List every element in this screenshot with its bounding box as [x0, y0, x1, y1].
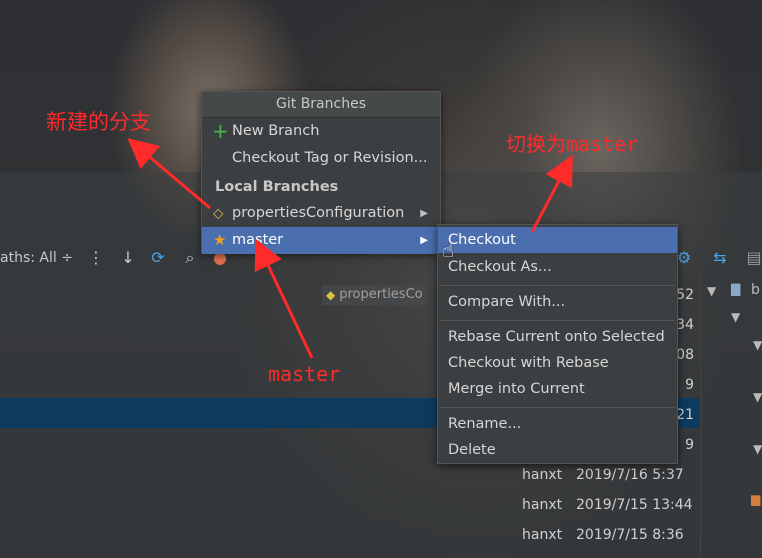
checkout-tag-item[interactable]: Checkout Tag or Revision...: [202, 145, 440, 172]
compare-with-item[interactable]: Compare With...: [438, 289, 677, 315]
chevron-down-icon[interactable]: ▼: [753, 338, 762, 352]
expand-icon[interactable]: ▤: [744, 248, 762, 268]
chevron-down-icon[interactable]: ▼: [753, 442, 762, 456]
chevron-right-icon: ▶: [420, 208, 428, 219]
chevron-down-icon[interactable]: ▼: [707, 284, 716, 298]
chevron-down-icon[interactable]: ▼: [731, 310, 740, 324]
local-branches-header: Local Branches: [215, 179, 339, 195]
table-row[interactable]: hanxt 2019/7/16 5:37: [516, 460, 700, 490]
tree-root-label: b: [751, 282, 760, 298]
chevron-down-icon[interactable]: ▼: [753, 390, 762, 404]
file-icon: ▆: [751, 492, 761, 506]
branch-tag-chip: ◆ propertiesCo: [322, 285, 427, 305]
plus-icon: +: [212, 119, 229, 143]
git-branches-popup: Git Branches + New Branch Checkout Tag o…: [201, 91, 441, 254]
table-row[interactable]: hanxt 2019/7/15 13:44: [516, 490, 700, 520]
menu-divider: [440, 407, 675, 408]
star-icon: ★: [213, 231, 227, 249]
branch-item-master[interactable]: ★ master ▶: [202, 227, 440, 254]
merge-into-current-item[interactable]: Merge into Current: [438, 376, 677, 402]
branch-item-propertiesConfiguration[interactable]: ⬦ propertiesConfiguration ▶: [202, 200, 440, 227]
annotation-new-branch: 新建的分支: [46, 110, 151, 134]
menu-divider: [440, 285, 675, 286]
checkout-as-item[interactable]: Checkout As...: [438, 254, 677, 280]
menu-divider: [440, 320, 675, 321]
branch-label: propertiesConfiguration: [232, 205, 405, 221]
branch-actions-submenu: Checkout Checkout As... Compare With... …: [437, 224, 678, 464]
tag-chip-label: propertiesCo: [339, 287, 423, 302]
hand-cursor-icon: ☝: [442, 238, 455, 262]
paths-filter[interactable]: aths: All ÷: [0, 250, 73, 266]
folder-icon: ▇: [731, 282, 741, 296]
new-branch-label: New Branch: [232, 123, 320, 139]
search-icon[interactable]: ⌕: [180, 248, 200, 268]
checkout-item[interactable]: Checkout: [438, 227, 677, 253]
annotation-master: master: [268, 362, 341, 386]
changes-tree: ▼ ▇ b ▼ ▼ ▼ ▼ ▆: [700, 276, 762, 558]
popup-title: Git Branches: [202, 92, 440, 118]
branch-label: master: [232, 232, 284, 248]
rebase-current-item[interactable]: Rebase Current onto Selected: [438, 324, 677, 350]
refresh-icon[interactable]: ⟳: [148, 248, 168, 268]
rename-item[interactable]: Rename...: [438, 411, 677, 437]
tag-icon: ◆: [326, 288, 336, 302]
new-branch-item[interactable]: + New Branch: [202, 118, 440, 145]
collapse-icon[interactable]: ⇆: [710, 248, 730, 268]
chevron-right-icon: ▶: [420, 235, 428, 246]
annotation-switch-master-text: 切换为master: [506, 132, 639, 156]
annotation-switch-master: 切换为master: [506, 128, 638, 157]
checkout-tag-label: Checkout Tag or Revision...: [232, 150, 428, 166]
checkout-with-rebase-item[interactable]: Checkout with Rebase: [438, 350, 677, 376]
table-row[interactable]: hanxt 2019/7/15 8:36: [516, 520, 700, 550]
delete-item[interactable]: Delete: [438, 437, 677, 463]
branch-graph-icon[interactable]: ⋮: [86, 248, 106, 268]
tag-icon: ⬦: [213, 204, 224, 222]
arrow-down-icon[interactable]: ↓: [118, 248, 138, 268]
